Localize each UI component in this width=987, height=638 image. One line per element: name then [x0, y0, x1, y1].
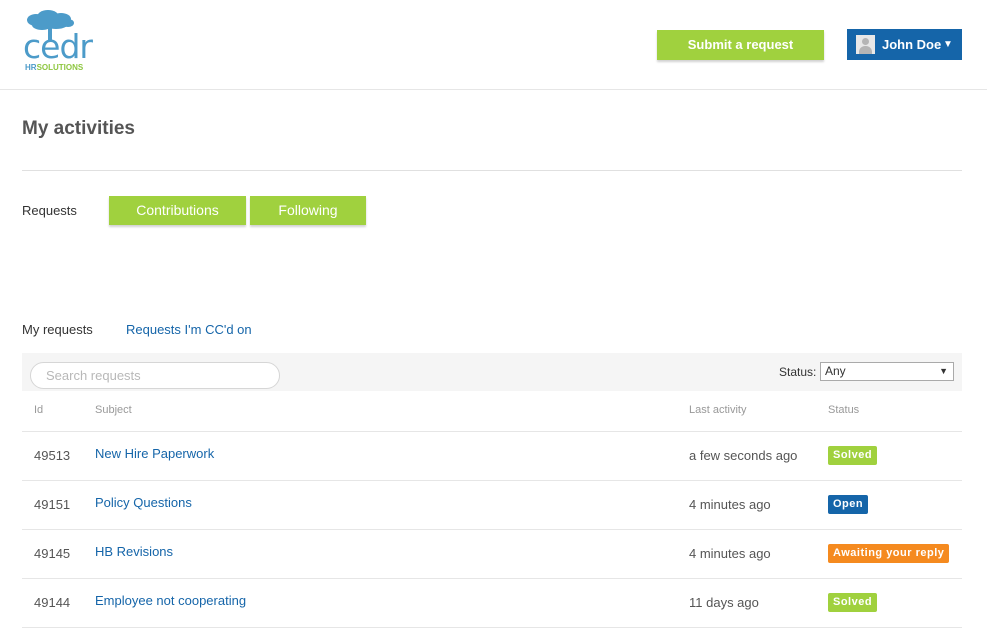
request-last-activity: 4 minutes ago: [689, 546, 771, 561]
logo-wordmark: cedr: [23, 27, 93, 66]
status-filter-select[interactable]: Any ▼: [820, 362, 954, 381]
table-row: 49144 Employee not cooperating 11 days a…: [22, 579, 962, 628]
request-id: 49513: [34, 448, 71, 463]
request-id: 49145: [34, 546, 71, 561]
column-header-id[interactable]: Id: [34, 404, 43, 416]
cedr-logo[interactable]: cedr HRSOLUTIONS: [22, 10, 94, 72]
chevron-down-icon: ▼: [939, 366, 948, 376]
tab-cc-requests[interactable]: Requests I'm CC'd on: [126, 322, 252, 337]
column-header-status[interactable]: Status: [828, 404, 859, 416]
avatar-icon: [856, 35, 875, 54]
column-header-last-activity[interactable]: Last activity: [689, 404, 746, 416]
tab-requests[interactable]: Requests: [22, 203, 77, 218]
status-badge: Awaiting your reply: [828, 544, 950, 563]
status-badge: Solved: [828, 593, 878, 612]
table-row: 49145 HB Revisions 4 minutes ago Awaitin…: [22, 530, 962, 579]
request-last-activity: 4 minutes ago: [689, 497, 771, 512]
requests-toolbar: Status: Any ▼: [22, 353, 962, 391]
divider: [22, 170, 962, 171]
request-id: 49144: [34, 595, 71, 610]
request-id: 49151: [34, 497, 71, 512]
table-header: Id Subject Last activity Status: [22, 391, 962, 432]
status-filter-value: Any: [825, 364, 846, 378]
status-badge: Solved: [828, 446, 878, 465]
column-header-subject[interactable]: Subject: [95, 404, 132, 416]
table-row: 49151 Policy Questions 4 minutes ago Ope…: [22, 481, 962, 530]
request-subject-link[interactable]: Employee not cooperating: [95, 593, 246, 608]
request-subject-link[interactable]: HB Revisions: [95, 544, 173, 559]
search-input[interactable]: [30, 362, 280, 389]
site-header: cedr HRSOLUTIONS Submit a request John D…: [0, 0, 987, 90]
user-name: John Doe: [882, 37, 942, 52]
request-last-activity: 11 days ago: [689, 595, 759, 610]
table-row: 49513 New Hire Paperwork a few seconds a…: [22, 432, 962, 481]
request-subject-link[interactable]: Policy Questions: [95, 495, 192, 510]
tab-following[interactable]: Following: [250, 196, 366, 225]
tab-my-requests[interactable]: My requests: [22, 322, 93, 337]
submit-request-button[interactable]: Submit a request: [657, 30, 824, 60]
tab-contributions[interactable]: Contributions: [109, 196, 246, 225]
status-badge: Open: [828, 495, 869, 514]
page-title: My activities: [22, 118, 135, 139]
request-last-activity: a few seconds ago: [689, 448, 798, 463]
logo-subtitle: HRSOLUTIONS: [25, 63, 84, 72]
request-subject-link[interactable]: New Hire Paperwork: [95, 446, 214, 461]
user-menu-button[interactable]: John Doe ▼: [847, 29, 962, 60]
caret-down-icon: ▼: [943, 39, 953, 50]
status-filter-label: Status:: [779, 365, 817, 379]
